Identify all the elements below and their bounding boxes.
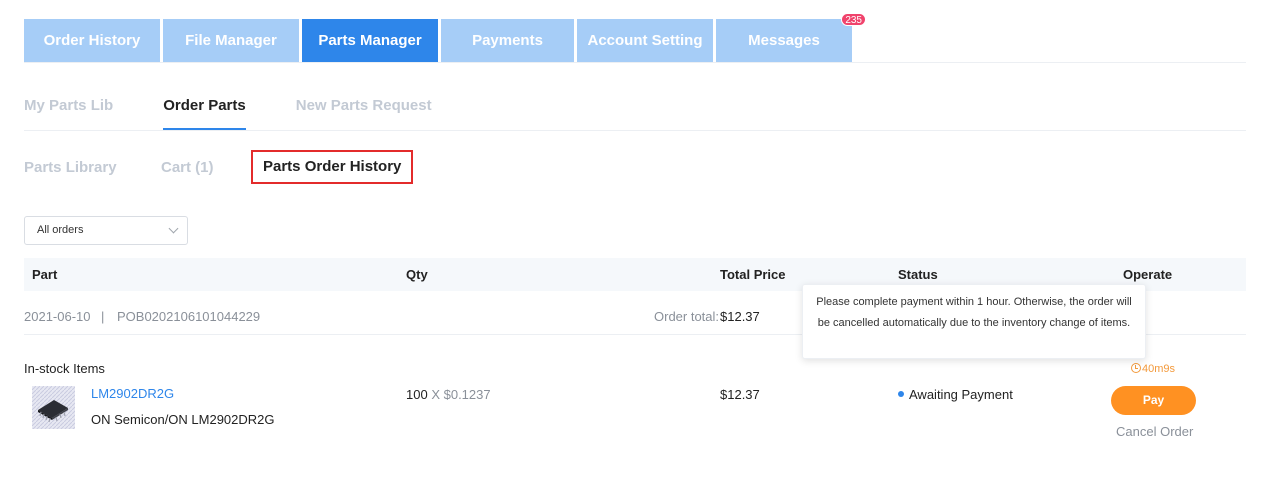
- item-total-price: $12.37: [720, 387, 760, 402]
- cancel-order-link[interactable]: Cancel Order: [1116, 424, 1193, 439]
- order-total-value: $12.37: [720, 309, 760, 324]
- chip-icon: [32, 386, 75, 429]
- tab-parts-library[interactable]: Parts Library: [24, 159, 161, 176]
- tab-parts-manager[interactable]: Parts Manager: [302, 19, 438, 62]
- col-qty: Qty: [406, 267, 428, 282]
- order-filter-select[interactable]: All orders: [24, 216, 188, 245]
- subtab-order-parts[interactable]: Order Parts: [163, 90, 246, 131]
- item-status: Awaiting Payment: [898, 387, 1013, 402]
- tab-messages-label: Messages: [748, 32, 820, 49]
- chevron-down-icon: [168, 223, 179, 234]
- tab-file-manager[interactable]: File Manager: [163, 19, 299, 62]
- col-part: Part: [32, 267, 58, 282]
- order-parts-tabs: Parts Library Cart (1) Parts Order Histo…: [24, 150, 414, 184]
- col-total-price: Total Price: [720, 267, 786, 282]
- item-unit-price: X $0.1237: [431, 387, 491, 402]
- messages-count-badge: 235: [841, 13, 866, 26]
- order-filter-value: All orders: [37, 224, 84, 236]
- tab-payments[interactable]: Payments: [441, 19, 574, 62]
- item-status-label: Awaiting Payment: [909, 387, 1013, 402]
- order-total-label: Order total:: [654, 309, 720, 324]
- main-nav-tabs: Order History File Manager Parts Manager…: [24, 13, 866, 62]
- order-separator: |: [101, 309, 105, 324]
- subtab-my-parts-lib[interactable]: My Parts Lib: [24, 90, 113, 131]
- tab-messages[interactable]: Messages 235: [716, 13, 866, 62]
- clock-icon: [1131, 363, 1141, 373]
- payment-tooltip: Please complete payment within 1 hour. O…: [802, 284, 1146, 359]
- subtab-divider: [24, 130, 1246, 131]
- status-dot-icon: [898, 391, 904, 397]
- parts-sub-tabs: My Parts Lib Order Parts New Parts Reque…: [24, 90, 482, 131]
- part-manufacturer: ON Semicon/ON LM2902DR2G: [91, 412, 275, 427]
- item-qty: 100 X $0.1237: [406, 387, 491, 402]
- subtab-new-parts-request[interactable]: New Parts Request: [296, 90, 432, 131]
- payment-countdown: 40m9s: [1131, 363, 1175, 375]
- tab-account-setting[interactable]: Account Setting: [577, 19, 713, 62]
- instock-group-label: In-stock Items: [24, 361, 105, 376]
- pay-button[interactable]: Pay: [1111, 386, 1196, 415]
- item-qty-value: 100: [406, 387, 428, 402]
- part-number-link[interactable]: LM2902DR2G: [91, 386, 174, 401]
- payment-countdown-value: 40m9s: [1142, 363, 1176, 375]
- order-date: 2021-06-10: [24, 309, 91, 324]
- tab-order-history[interactable]: Order History: [24, 19, 160, 62]
- nav-divider: [24, 62, 1246, 63]
- order-number: POB0202106101044229: [117, 309, 261, 324]
- tab-cart[interactable]: Cart (1): [161, 159, 251, 176]
- part-thumbnail: [32, 386, 75, 429]
- tab-parts-order-history[interactable]: Parts Order History: [251, 150, 414, 184]
